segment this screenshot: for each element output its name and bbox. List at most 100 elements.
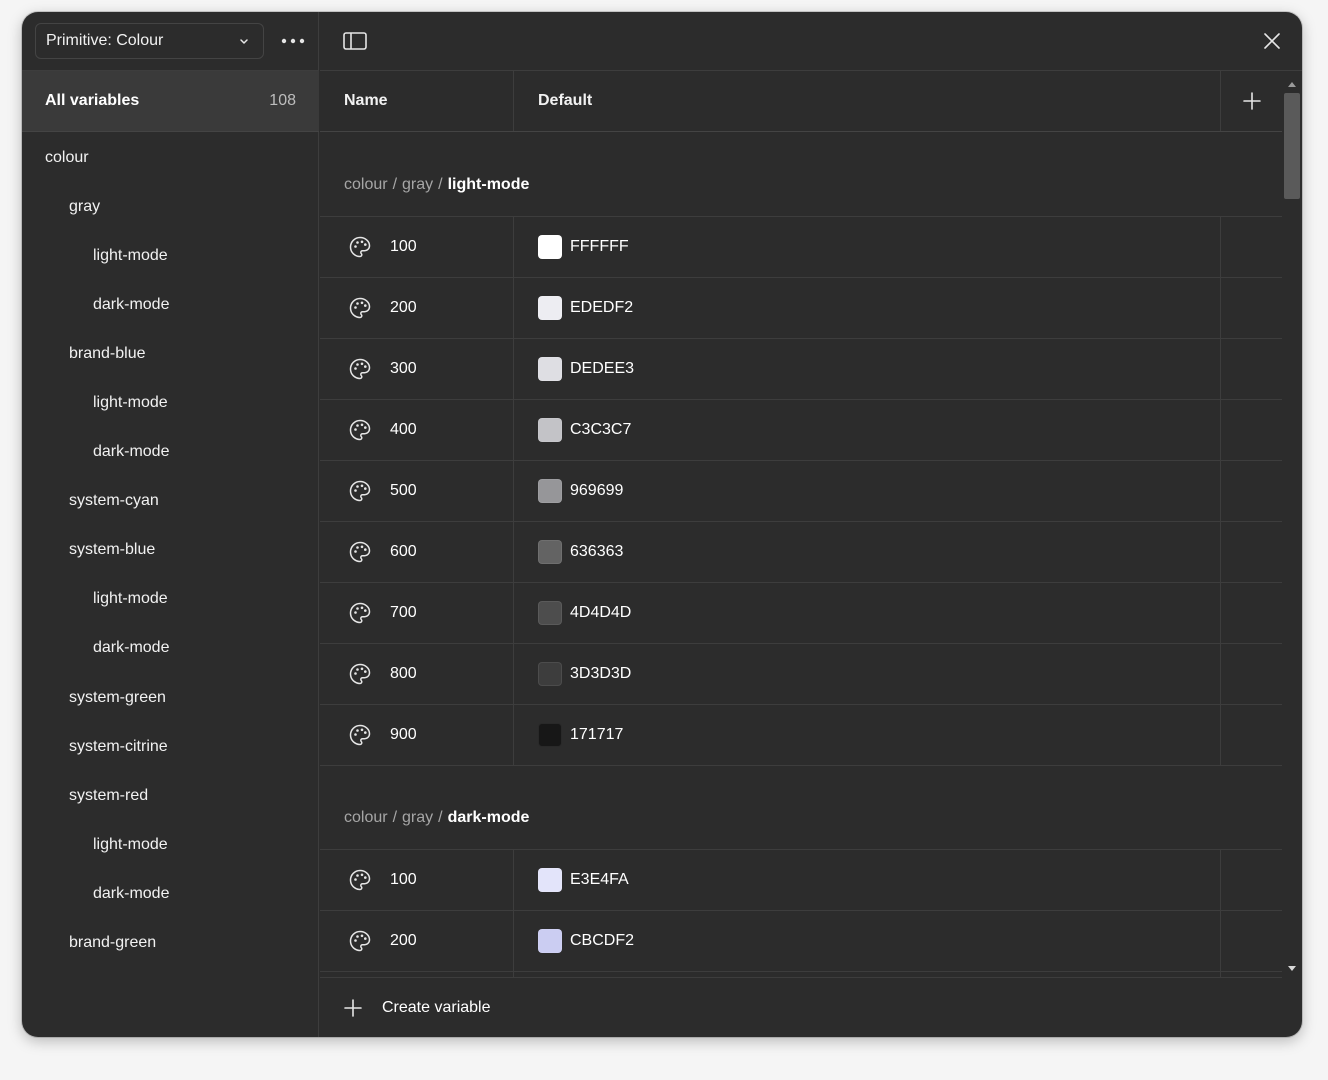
variable-row[interactable]: 900 171717	[320, 705, 1282, 766]
sidebar-group-item[interactable]: light-mode	[22, 378, 319, 427]
group-header: colour / gray / light-mode	[320, 133, 1282, 217]
variable-value-cell[interactable]: C3C3C7	[514, 400, 1221, 460]
variable-value-cell[interactable]: 636363	[514, 522, 1221, 582]
sidebar-group-item[interactable]: dark-mode	[22, 869, 319, 918]
palette-icon	[349, 358, 371, 380]
color-swatch[interactable]	[538, 929, 562, 953]
group-header: colour / gray / dark-mode	[320, 766, 1282, 850]
palette-icon	[349, 419, 371, 441]
sidebar-group-item[interactable]: system-green	[22, 673, 319, 722]
sidebar-group-item[interactable]: colour	[22, 133, 319, 182]
variable-name: 700	[390, 604, 417, 621]
table-header: Name Default	[320, 71, 1282, 132]
row-end-cell	[1221, 217, 1282, 277]
scroll-up-arrow[interactable]	[1288, 82, 1296, 87]
sidebar-toggle-icon[interactable]	[342, 29, 368, 53]
sidebar-group-item[interactable]: brand-green	[22, 919, 319, 968]
sidebar-group-item[interactable]: dark-mode	[22, 428, 319, 477]
variable-name-cell[interactable]: 600	[320, 522, 514, 582]
sidebar-group-label: dark-mode	[93, 639, 170, 657]
variable-name: 500	[390, 482, 417, 499]
sidebar-group-item[interactable]: system-cyan	[22, 477, 319, 526]
color-swatch[interactable]	[538, 357, 562, 381]
variable-name: 400	[390, 421, 417, 438]
variable-name-cell[interactable]: 500	[320, 461, 514, 521]
row-end-cell	[1221, 400, 1282, 460]
variable-row[interactable]: 500 969699	[320, 461, 1282, 522]
sidebar-group-item[interactable]: dark-mode	[22, 280, 319, 329]
color-swatch[interactable]	[538, 479, 562, 503]
variable-row[interactable]: 200 CBCDF2	[320, 911, 1282, 972]
more-options-button[interactable]	[277, 28, 309, 54]
variable-name-cell[interactable]: 900	[320, 705, 514, 765]
color-hex-value: DEDEE3	[570, 360, 635, 377]
variable-name-cell[interactable]: 300	[320, 339, 514, 399]
all-variables-item[interactable]: All variables 108	[22, 71, 319, 132]
create-variable-button[interactable]: Create variable	[320, 977, 1282, 1037]
column-header-default[interactable]: Default	[514, 71, 1221, 131]
variable-row[interactable]: 800 3D3D3D	[320, 644, 1282, 705]
variable-name-cell[interactable]: 200	[320, 911, 514, 971]
sidebar-group-item[interactable]: brand-blue	[22, 329, 319, 378]
variable-name-cell[interactable]: 100	[320, 217, 514, 277]
color-swatch[interactable]	[538, 540, 562, 564]
variable-value-cell[interactable]: DEDEE3	[514, 339, 1221, 399]
variable-name: 900	[390, 726, 417, 743]
row-end-cell	[1221, 278, 1282, 338]
variable-value-cell[interactable]: 171717	[514, 705, 1221, 765]
scrollbar[interactable]	[1282, 72, 1302, 977]
sidebar-group-label: dark-mode	[93, 443, 170, 461]
sidebar-group-item[interactable]: light-mode	[22, 820, 319, 869]
color-swatch[interactable]	[538, 868, 562, 892]
create-variable-label: Create variable	[382, 998, 491, 1016]
scroll-down-arrow[interactable]	[1288, 966, 1296, 971]
sidebar-group-label: brand-green	[69, 934, 157, 952]
sidebar-group-item[interactable]: system-blue	[22, 526, 319, 575]
variable-name: 600	[390, 543, 417, 560]
row-end-cell	[1221, 705, 1282, 765]
variable-value-cell[interactable]: 4D4D4D	[514, 583, 1221, 643]
variable-row[interactable]: 400 C3C3C7	[320, 400, 1282, 461]
sidebar-group-item[interactable]: system-red	[22, 771, 319, 820]
color-swatch[interactable]	[538, 296, 562, 320]
variable-value-cell[interactable]: E3E4FA	[514, 850, 1221, 910]
variable-row[interactable]: 200 EDEDF2	[320, 278, 1282, 339]
variable-row[interactable]: 300 DEDEE3	[320, 339, 1282, 400]
variable-row[interactable]: 100 E3E4FA	[320, 850, 1282, 911]
variable-value-cell[interactable]: EDEDF2	[514, 278, 1221, 338]
add-mode-button[interactable]	[1221, 71, 1282, 131]
color-swatch[interactable]	[538, 601, 562, 625]
variable-row[interactable]: 700 4D4D4D	[320, 583, 1282, 644]
sidebar-group-item[interactable]: system-citrine	[22, 722, 319, 771]
variable-row[interactable]: 100 FFFFFF	[320, 217, 1282, 278]
sidebar-group-item[interactable]: light-mode	[22, 575, 319, 624]
color-swatch[interactable]	[538, 235, 562, 259]
variable-value-cell[interactable]: CBCDF2	[514, 911, 1221, 971]
scrollbar-thumb[interactable]	[1284, 93, 1300, 199]
main-panel: Name Default colour / gray / light-mode 100 FF…	[320, 12, 1302, 1037]
variable-name-cell[interactable]: 800	[320, 644, 514, 704]
color-swatch[interactable]	[538, 723, 562, 747]
variable-name-cell[interactable]: 100	[320, 850, 514, 910]
color-hex-value: 171717	[570, 726, 624, 743]
variable-name-cell[interactable]: 200	[320, 278, 514, 338]
palette-icon	[349, 869, 371, 891]
sidebar-group-item[interactable]: dark-mode	[22, 624, 319, 673]
palette-icon	[349, 724, 371, 746]
variable-row[interactable]: 600 636363	[320, 522, 1282, 583]
sidebar-group-item[interactable]: light-mode	[22, 231, 319, 280]
column-header-name[interactable]: Name	[320, 71, 514, 131]
palette-icon	[349, 297, 371, 319]
close-icon[interactable]	[1260, 29, 1284, 53]
sidebar-group-item[interactable]: gray	[22, 182, 319, 231]
collection-dropdown[interactable]: Primitive: Colour	[35, 23, 264, 59]
variable-name-cell[interactable]: 400	[320, 400, 514, 460]
color-swatch[interactable]	[538, 418, 562, 442]
variable-value-cell[interactable]: FFFFFF	[514, 217, 1221, 277]
variable-value-cell[interactable]: 969699	[514, 461, 1221, 521]
color-swatch[interactable]	[538, 662, 562, 686]
variable-value-cell[interactable]: 3D3D3D	[514, 644, 1221, 704]
variable-name-cell[interactable]: 700	[320, 583, 514, 643]
group-tree: colour gray light-mode dark-mode brand-blue l…	[22, 133, 319, 968]
sidebar-group-label: gray	[69, 197, 101, 215]
